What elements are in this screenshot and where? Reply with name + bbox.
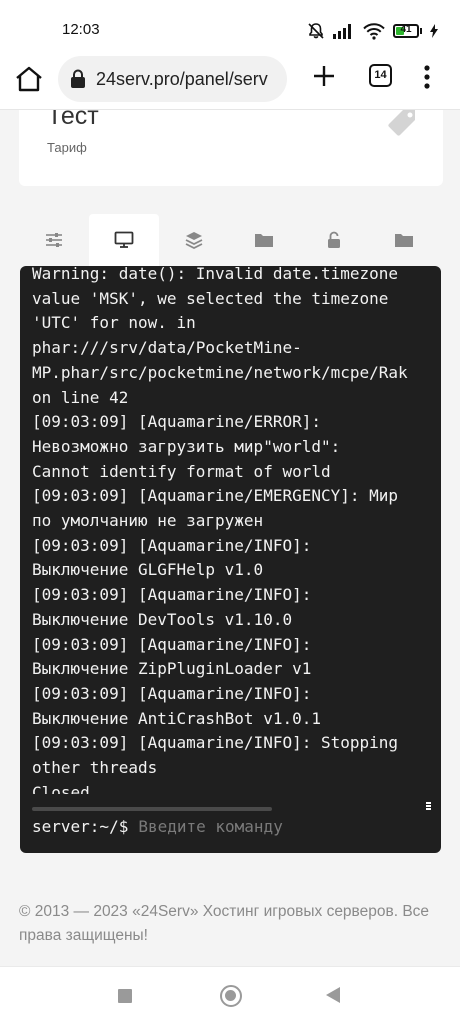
scroll-indicator[interactable] — [426, 802, 431, 811]
folder-icon — [395, 234, 413, 247]
console-line: Выключение ZipPluginLoader v1 — [32, 659, 312, 679]
wifi-icon — [363, 23, 385, 40]
console-line: value 'MSK', we selected the timezone — [32, 288, 389, 308]
signal-icon — [333, 24, 351, 39]
command-prompt: server:~/$ — [32, 817, 129, 836]
tab-console[interactable] — [89, 214, 159, 266]
status-icons: 41 — [307, 21, 438, 41]
console-line: [09:03:09] [Aquamarine/INFO]: — [32, 585, 312, 605]
plan-name: Тест — [47, 110, 99, 130]
console-line: [09:03:09] [Aquamarine/INFO]: — [32, 535, 312, 555]
status-bar: 12:03 41 — [0, 0, 460, 56]
console-line: по умолчанию не загружен — [32, 511, 264, 531]
mute-icon — [308, 23, 324, 39]
console-lines: Warning: date(): Invalid date.timezone va… — [32, 266, 408, 794]
console-line: [09:03:09] [Aquamarine/ERROR]: — [32, 412, 321, 432]
lock-icon — [71, 69, 85, 88]
console-line: 'UTC' for now. in — [32, 313, 196, 333]
console-line: Cannot identify format of world — [32, 461, 331, 481]
plus-icon[interactable] — [311, 63, 337, 89]
url-text: 24serv.pro/panel/serv — [96, 68, 268, 89]
console-line: [09:03:09] [Aquamarine/EMERGENCY]: Мир — [32, 486, 399, 506]
system-nav-bar — [0, 966, 460, 1024]
plan-card: Тест Тариф — [19, 110, 443, 186]
command-input[interactable] — [138, 817, 419, 836]
folder-icon — [255, 234, 273, 247]
command-row: server:~/$ — [32, 817, 419, 836]
recents-icon[interactable] — [118, 989, 132, 1003]
tabs-button[interactable]: 14 — [369, 64, 392, 87]
horizontal-scrollbar[interactable] — [32, 807, 272, 811]
sliders-icon — [46, 233, 62, 247]
address-bar[interactable]: 24serv.pro/panel/serv — [58, 56, 287, 102]
battery-level: 41 — [400, 24, 412, 35]
console-line: [09:03:09] [Aquamarine/INFO]: — [32, 683, 312, 703]
console-line: other threads — [32, 758, 158, 778]
console-output: Warning: date(): Invalid date.timezone va… — [32, 266, 432, 794]
battery-icon: 41 — [393, 24, 422, 38]
tag-icon — [388, 110, 415, 136]
monitor-icon — [114, 231, 134, 248]
tab-backups[interactable] — [369, 214, 439, 266]
console-line: Выключение AntiCrashBot v1.0.1 — [32, 708, 321, 728]
footer-copyright: © 2013 — 2023 «24Serv» Хостинг игровых с… — [19, 903, 430, 944]
console-line: Выключение GLGFHelp v1.0 — [32, 560, 264, 580]
layers-icon — [185, 232, 203, 249]
console-line: [09:03:09] [Aquamarine/INFO]: — [32, 634, 312, 654]
browser-toolbar: 24serv.pro/panel/serv 14 — [0, 56, 460, 110]
console-line: MP.phar/src/pocketmine/network/mcpe/Rak — [32, 362, 408, 382]
home-icon[interactable] — [14, 65, 44, 93]
console-line: on line 42 — [32, 387, 129, 407]
tab-files[interactable] — [229, 214, 299, 266]
tab-plugins[interactable] — [159, 214, 229, 266]
unlock-icon — [328, 231, 340, 248]
console-line: Невозможно загрузить мир"world": — [32, 436, 341, 456]
console-line: Warning: date(): Invalid date.timezone — [32, 266, 399, 283]
menu-icon[interactable] — [420, 64, 434, 90]
console-line: [09:03:09] [Aquamarine/INFO]: Stopping — [32, 733, 399, 753]
charging-icon — [430, 24, 438, 38]
page-content: Тест Тариф Warning: date(): Invalid date… — [0, 110, 460, 966]
console-line: phar:///srv/data/PocketMine- — [32, 338, 302, 358]
tab-settings[interactable] — [19, 214, 89, 266]
home-nav-icon[interactable] — [220, 985, 242, 1007]
plan-label: Тариф — [47, 140, 87, 155]
console-line: Closed — [32, 782, 90, 794]
status-time: 12:03 — [62, 21, 100, 38]
console-tabs — [19, 214, 443, 266]
console-terminal[interactable]: Warning: date(): Invalid date.timezone va… — [20, 266, 441, 853]
console-line: Выключение DevTools v1.10.0 — [32, 609, 293, 629]
tab-access[interactable] — [299, 214, 369, 266]
back-icon[interactable] — [326, 987, 340, 1003]
